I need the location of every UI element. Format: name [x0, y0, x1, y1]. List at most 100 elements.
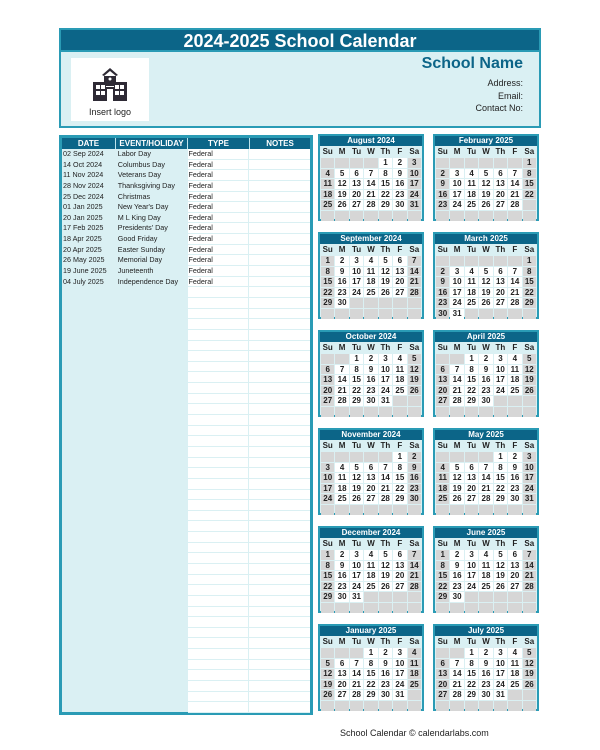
notes-cell[interactable]	[249, 489, 310, 501]
notes-cell[interactable]	[249, 159, 310, 171]
date-cell[interactable]	[62, 628, 116, 639]
notes-cell[interactable]	[249, 180, 310, 192]
date-cell[interactable]	[62, 670, 116, 681]
event-cell[interactable]: Juneteenth	[116, 266, 188, 277]
type-cell[interactable]	[187, 425, 250, 437]
event-cell[interactable]: Easter Sunday	[116, 245, 188, 256]
notes-cell[interactable]	[249, 191, 310, 203]
date-cell[interactable]: 01 Jan 2025	[62, 202, 116, 213]
notes-cell[interactable]	[249, 170, 310, 181]
notes-cell[interactable]	[249, 542, 310, 554]
event-cell[interactable]	[116, 394, 188, 405]
date-cell[interactable]	[62, 287, 116, 298]
event-cell[interactable]	[116, 628, 188, 639]
type-cell[interactable]	[187, 478, 250, 490]
notes-cell[interactable]	[249, 681, 310, 692]
event-cell[interactable]: M L King Day	[116, 213, 188, 224]
event-cell[interactable]	[116, 330, 188, 341]
date-cell[interactable]: 14 Oct 2024	[62, 160, 116, 171]
notes-cell[interactable]	[249, 691, 310, 703]
date-cell[interactable]	[62, 500, 116, 511]
date-cell[interactable]	[62, 532, 116, 543]
event-cell[interactable]	[116, 585, 188, 596]
notes-cell[interactable]	[249, 606, 310, 618]
notes-cell[interactable]	[249, 276, 310, 288]
type-cell[interactable]	[187, 510, 250, 522]
event-cell[interactable]	[116, 660, 188, 671]
event-cell[interactable]	[116, 702, 188, 713]
notes-cell[interactable]	[249, 521, 310, 533]
event-cell[interactable]: Independence Day	[116, 277, 188, 288]
type-cell[interactable]	[187, 585, 250, 596]
notes-cell[interactable]	[249, 223, 310, 235]
notes-cell[interactable]	[249, 563, 310, 575]
date-cell[interactable]	[62, 543, 116, 554]
event-cell[interactable]	[116, 543, 188, 554]
date-cell[interactable]	[62, 575, 116, 586]
event-cell[interactable]	[116, 341, 188, 352]
type-cell[interactable]	[187, 649, 250, 660]
type-cell[interactable]	[187, 691, 250, 703]
type-cell[interactable]: Federal	[187, 170, 250, 181]
notes-cell[interactable]	[249, 638, 310, 650]
event-cell[interactable]	[116, 458, 188, 469]
notes-cell[interactable]	[249, 670, 310, 682]
date-cell[interactable]	[62, 351, 116, 362]
date-cell[interactable]	[62, 383, 116, 394]
event-cell[interactable]: Veterans Day	[116, 170, 188, 181]
type-cell[interactable]	[187, 372, 250, 384]
type-cell[interactable]	[187, 393, 250, 405]
date-cell[interactable]	[62, 681, 116, 692]
notes-cell[interactable]	[249, 595, 310, 607]
event-cell[interactable]	[116, 575, 188, 586]
type-cell[interactable]	[187, 553, 250, 564]
event-cell[interactable]: Christmas	[116, 192, 188, 203]
notes-cell[interactable]	[249, 553, 310, 564]
type-cell[interactable]	[187, 415, 250, 426]
notes-cell[interactable]	[249, 425, 310, 437]
date-cell[interactable]	[62, 436, 116, 447]
type-cell[interactable]	[187, 383, 250, 394]
type-cell[interactable]	[187, 329, 250, 341]
event-cell[interactable]	[116, 309, 188, 320]
date-cell[interactable]	[62, 607, 116, 618]
date-cell[interactable]: 19 June 2025	[62, 266, 116, 277]
date-cell[interactable]	[62, 479, 116, 490]
notes-cell[interactable]	[249, 532, 310, 543]
type-cell[interactable]	[187, 670, 250, 682]
notes-cell[interactable]	[249, 415, 310, 426]
notes-cell[interactable]	[249, 649, 310, 660]
type-cell[interactable]	[187, 351, 250, 362]
date-cell[interactable]: 02 Sep 2024	[62, 149, 116, 160]
notes-cell[interactable]	[249, 617, 310, 628]
type-cell[interactable]	[187, 361, 250, 373]
notes-cell[interactable]	[249, 404, 310, 416]
date-cell[interactable]: 17 Feb 2025	[62, 223, 116, 234]
event-cell[interactable]	[116, 564, 188, 575]
event-cell[interactable]	[116, 319, 188, 330]
event-cell[interactable]	[116, 468, 188, 479]
date-cell[interactable]	[62, 298, 116, 309]
date-cell[interactable]: 11 Nov 2024	[62, 170, 116, 181]
notes-cell[interactable]	[249, 340, 310, 352]
event-cell[interactable]: New Year's Day	[116, 202, 188, 213]
notes-cell[interactable]	[249, 372, 310, 384]
date-cell[interactable]	[62, 511, 116, 522]
event-cell[interactable]: Columbus Day	[116, 160, 188, 171]
notes-cell[interactable]	[249, 297, 310, 309]
date-cell[interactable]	[62, 692, 116, 703]
notes-cell[interactable]	[249, 202, 310, 213]
event-cell[interactable]	[116, 447, 188, 458]
event-cell[interactable]	[116, 553, 188, 564]
type-cell[interactable]: Federal	[187, 149, 250, 160]
type-cell[interactable]	[187, 468, 250, 479]
date-cell[interactable]	[62, 362, 116, 373]
event-cell[interactable]	[116, 298, 188, 309]
date-cell[interactable]	[62, 426, 116, 437]
event-cell[interactable]	[116, 649, 188, 660]
type-cell[interactable]: Federal	[187, 180, 250, 192]
event-cell[interactable]	[116, 638, 188, 649]
date-cell[interactable]	[62, 490, 116, 501]
date-cell[interactable]: 25 Dec 2024	[62, 192, 116, 203]
type-cell[interactable]	[187, 489, 250, 501]
